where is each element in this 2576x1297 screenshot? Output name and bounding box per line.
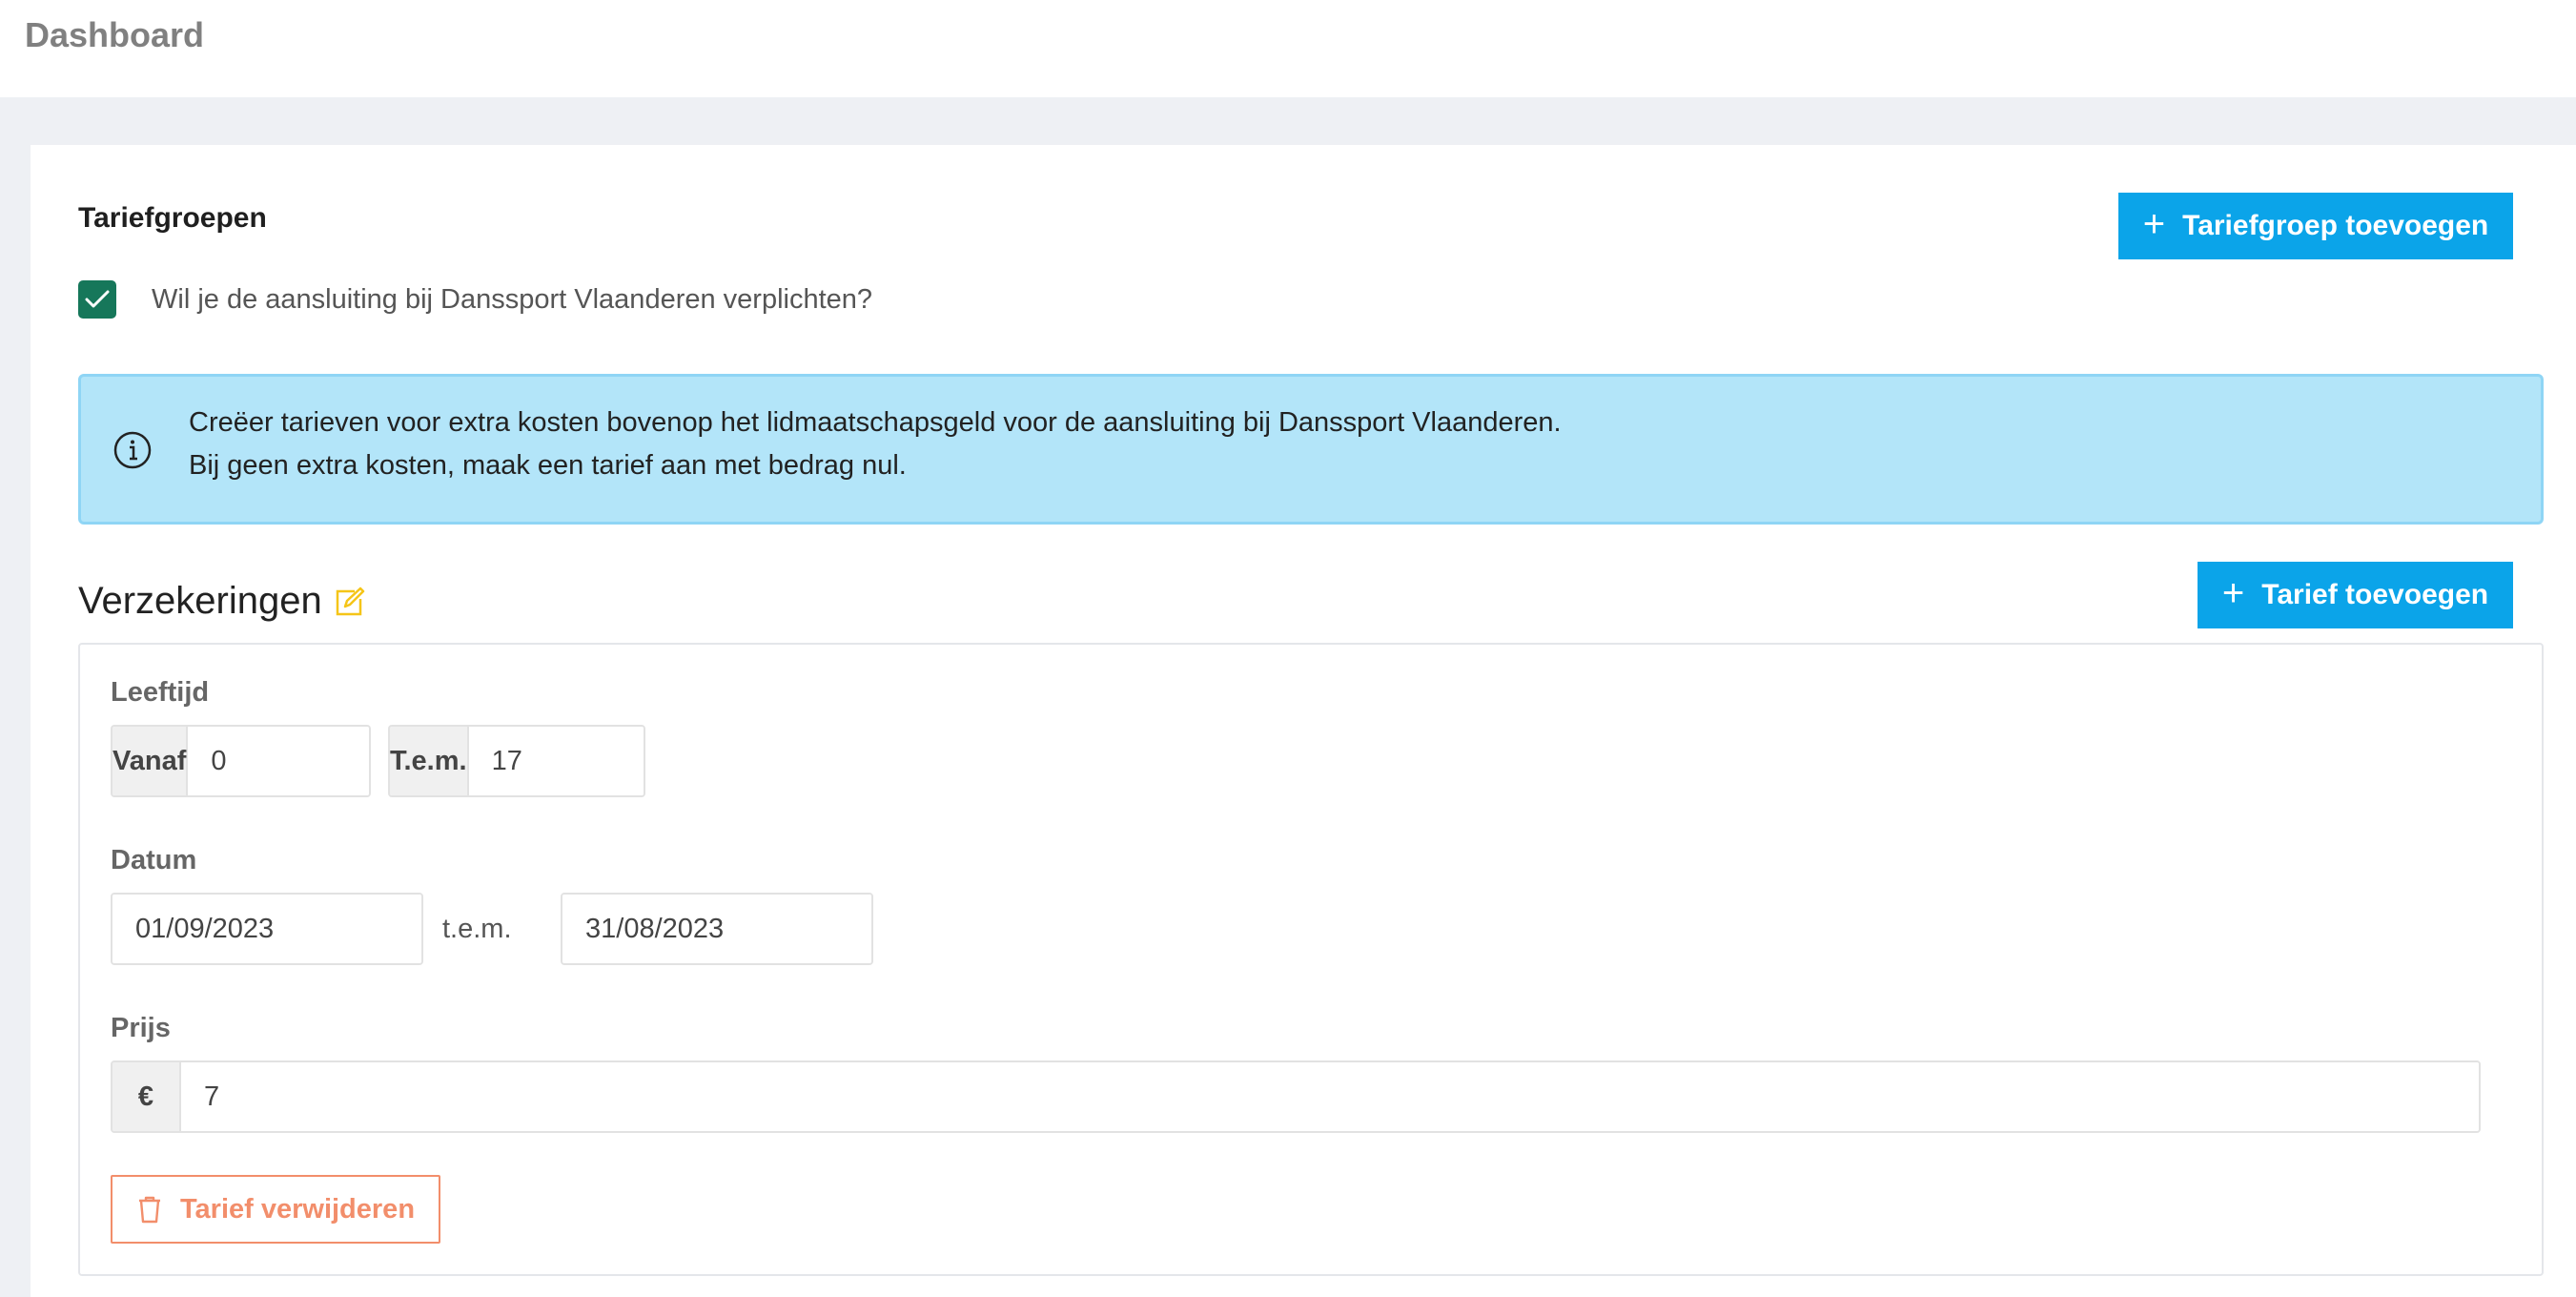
tariff-panel: Leeftijd Vanaf T.e.m. Datum t.e.m. Prijs… <box>78 643 2544 1276</box>
currency-addon: € <box>112 1062 181 1131</box>
tariff-groups-card: Tariefgroepen + Tariefgroep toevoegen Wi… <box>31 145 2576 1297</box>
mandatory-affiliation-label: Wil je de aansluiting bij Danssport Vlaa… <box>152 284 873 315</box>
price-label: Prijs <box>111 1013 171 1043</box>
add-tariff-group-label: Tariefgroep toevoegen <box>2182 210 2489 241</box>
add-tariff-button[interactable]: + Tarief toevoegen <box>2198 562 2513 628</box>
date-from-input[interactable] <box>112 895 421 963</box>
age-from-input[interactable] <box>188 727 369 795</box>
age-label: Leeftijd <box>111 677 210 708</box>
age-to-group: T.e.m. <box>388 725 645 797</box>
info-alert: Creëer tarieven voor extra kosten boveno… <box>78 374 2544 525</box>
trash-icon <box>138 1196 160 1224</box>
info-text-line-1: Creëer tarieven voor extra kosten boveno… <box>189 407 1562 438</box>
checkmark-icon <box>85 290 110 308</box>
date-from-group <box>111 893 423 965</box>
age-to-input[interactable] <box>468 727 644 795</box>
mandatory-affiliation-checkbox[interactable] <box>78 280 116 319</box>
info-icon <box>113 431 152 469</box>
price-input[interactable] <box>181 1062 2479 1131</box>
date-label: Datum <box>111 845 197 875</box>
age-from-addon: Vanaf <box>112 727 189 795</box>
info-text-line-2: Bij geen extra kosten, maak een tarief a… <box>189 450 907 481</box>
age-to-addon: T.e.m. <box>390 727 469 795</box>
add-tariff-label: Tarief toevoegen <box>2261 579 2489 610</box>
date-to-group <box>561 893 873 965</box>
date-separator: t.e.m. <box>442 914 512 944</box>
add-tariff-group-button[interactable]: + Tariefgroep toevoegen <box>2118 193 2513 259</box>
plus-icon: + <box>2142 203 2166 245</box>
section-title: Tariefgroepen <box>78 202 267 234</box>
top-bar: Dashboard <box>0 0 2576 97</box>
edit-icon[interactable] <box>332 586 366 620</box>
delete-tariff-button[interactable]: Tarief verwijderen <box>111 1175 440 1244</box>
delete-tariff-label: Tarief verwijderen <box>179 1193 416 1225</box>
age-from-group: Vanaf <box>111 725 371 797</box>
plus-icon: + <box>2221 572 2245 614</box>
price-group: € <box>111 1060 2481 1133</box>
date-to-input[interactable] <box>562 895 871 963</box>
page-title: Dashboard <box>25 15 205 54</box>
group-title: Verzekeringen <box>78 580 322 622</box>
